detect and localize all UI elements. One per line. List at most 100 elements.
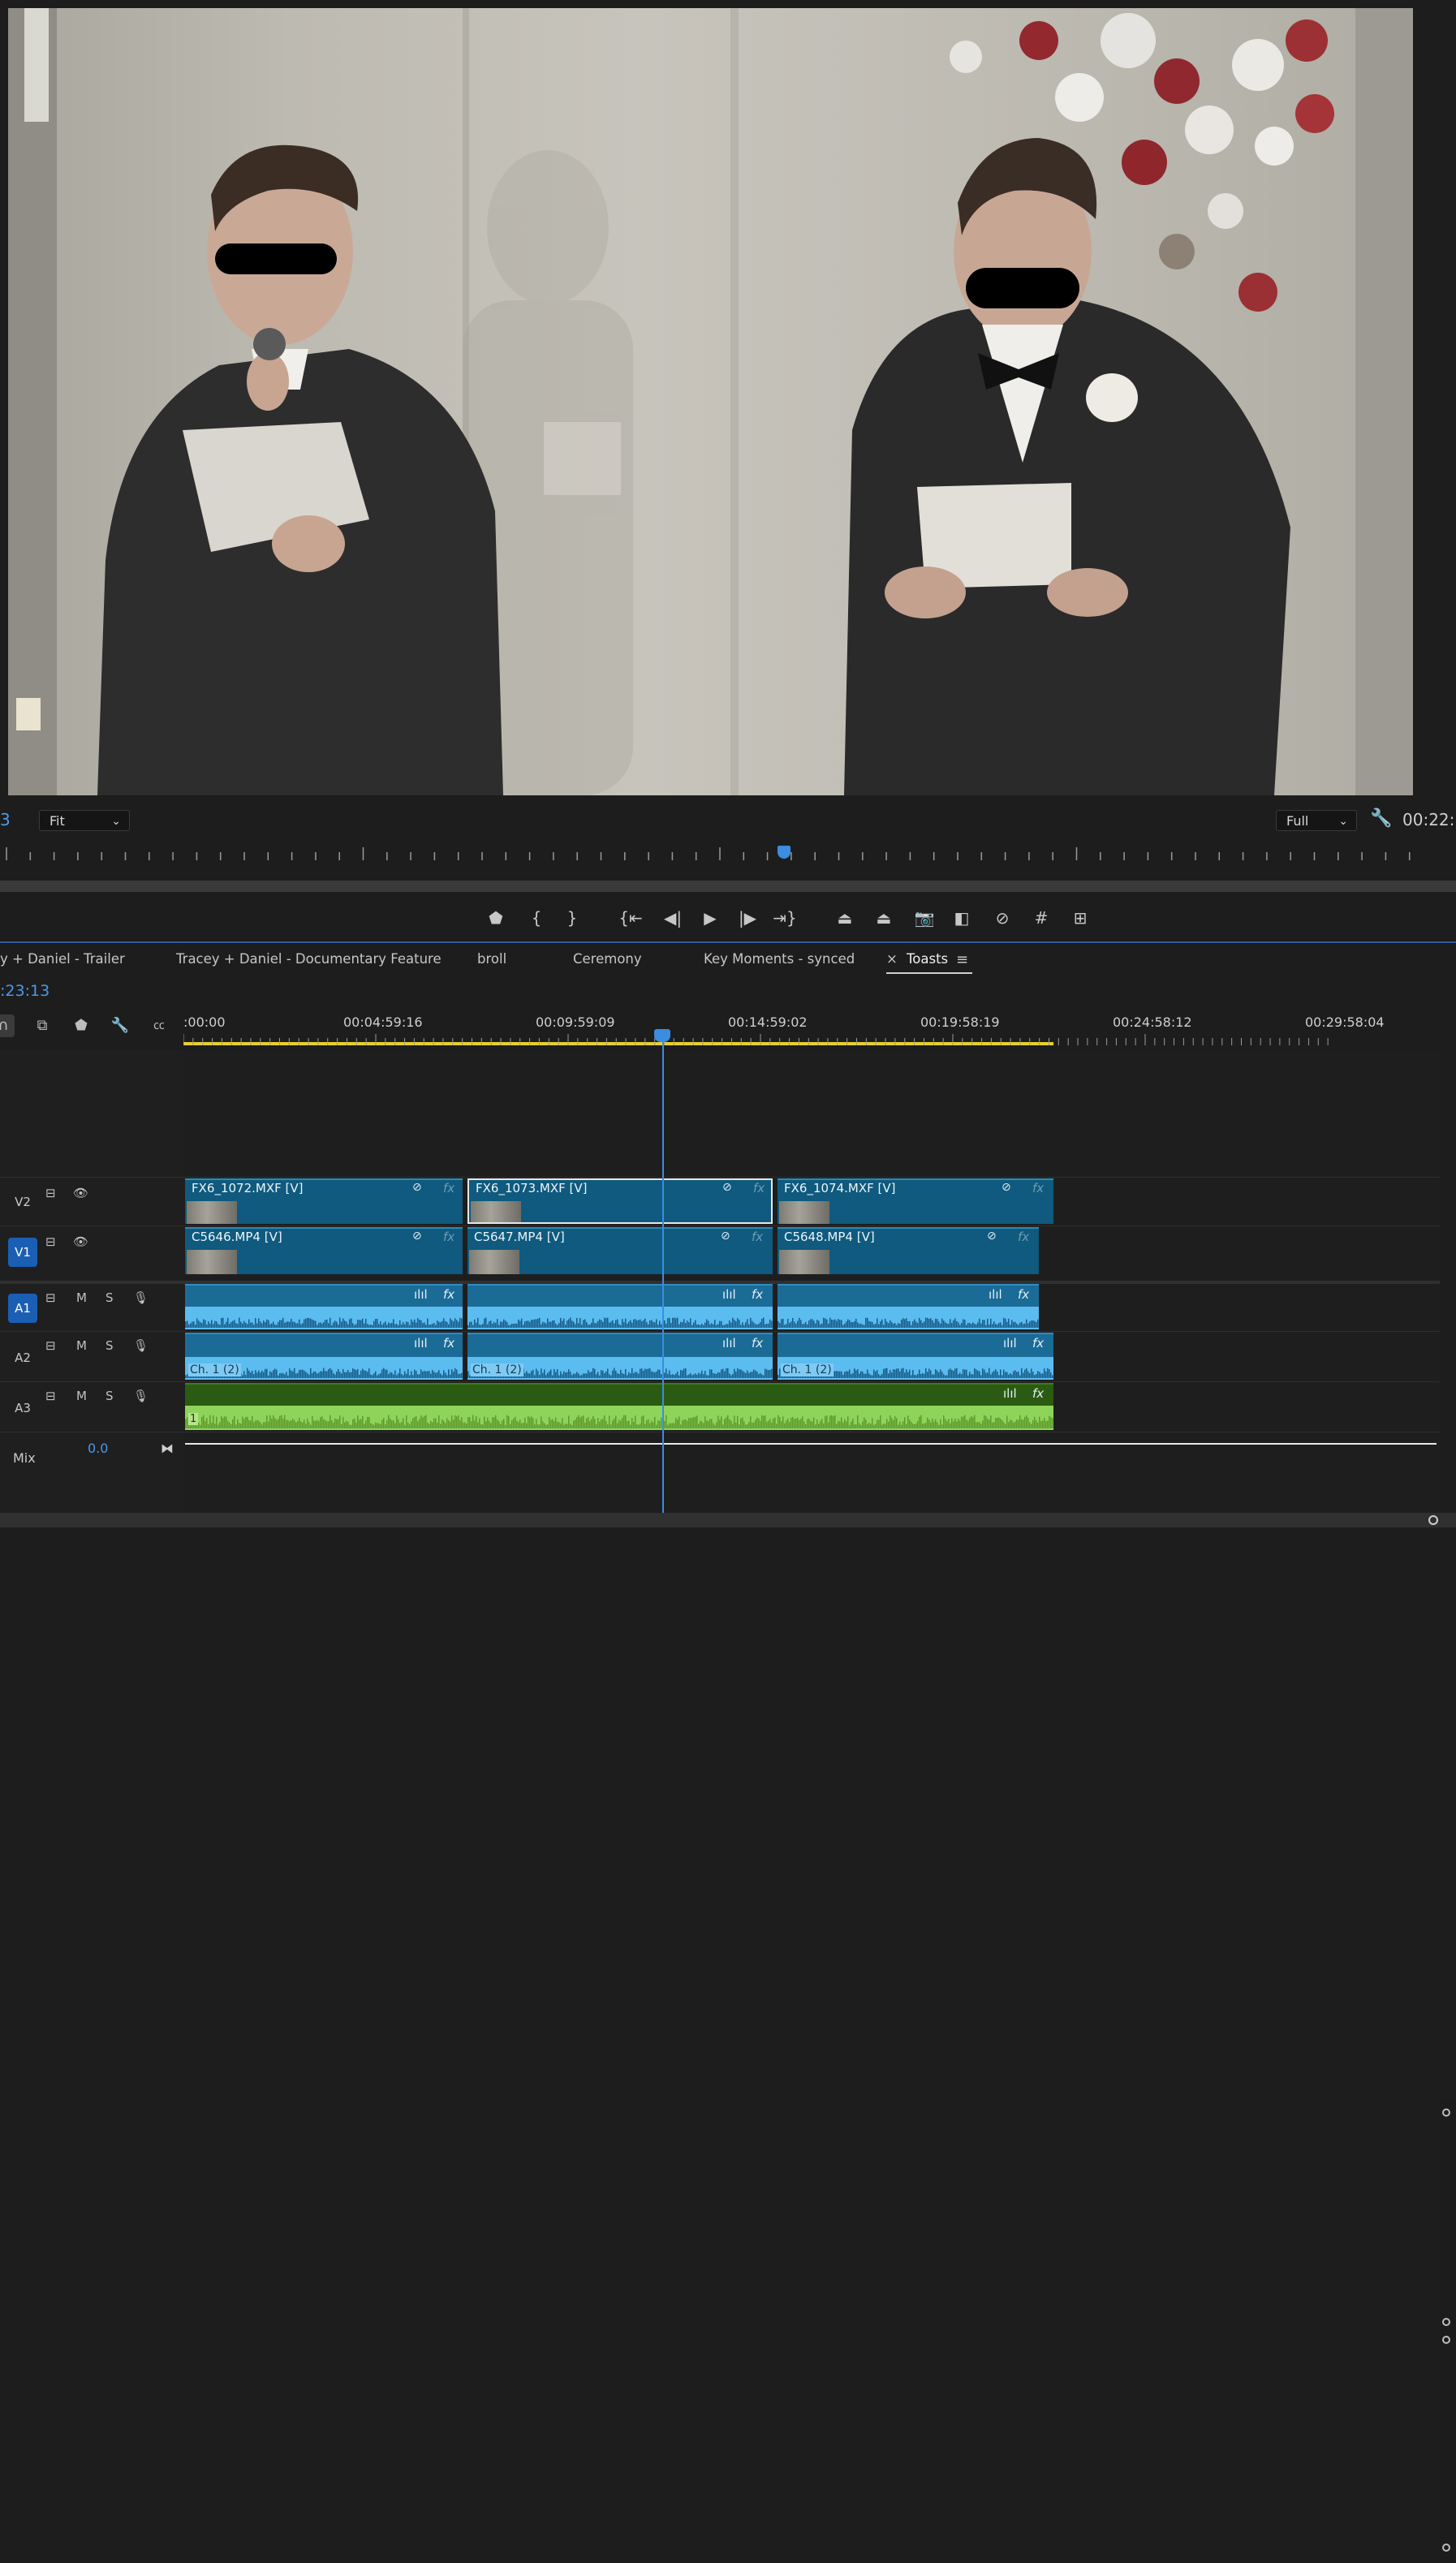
tab-broll[interactable]: broll [477,951,506,971]
wrench-icon[interactable]: 🔧 [1370,808,1392,829]
panel-divider[interactable] [0,941,1456,944]
audio-gain-icon[interactable]: ılıl [722,1287,736,1302]
audio-gain-icon[interactable]: ılıl [989,1287,1002,1302]
export-frame-icon[interactable]: 📷 [912,906,937,930]
voiceover-record-icon[interactable]: 🎙 [133,1290,149,1305]
go-to-out-icon[interactable]: ⇥} [773,906,797,930]
toggle-sync-lock-icon[interactable]: ⊟ [45,1338,56,1353]
toggle-output-eye-icon[interactable]: 👁 [73,1234,88,1249]
multicam-icon[interactable]: ⊞ [1068,906,1092,930]
fx-badge[interactable]: fx [443,1230,454,1244]
track-header-mix[interactable]: Mix 0.0 ⧓ [0,1432,183,1483]
step-back-icon[interactable]: ◀| [661,906,685,930]
captions-icon[interactable]: ㏄ [148,1014,170,1037]
snap-icon[interactable]: ∩ [0,1014,15,1037]
panel-menu-icon[interactable]: ≡ [956,951,968,971]
mute-button[interactable]: M [76,1389,87,1403]
track-name-a2[interactable]: A2 [8,1343,37,1372]
toggle-sync-lock-icon[interactable]: ⊟ [45,1186,56,1200]
tab-close-icon[interactable]: × [886,951,898,971]
toggle-sync-lock-icon[interactable]: ⊟ [45,1290,56,1305]
tab-documentary-feature[interactable]: Tracey + Daniel - Documentary Feature [176,951,442,971]
track-lanes[interactable]: FX6_1072.MXF [V] ⊘ fx FX6_1073.MXF [V] ⊘… [183,1050,1440,1513]
linked-selection-icon[interactable]: ⧉ [31,1014,54,1037]
clip-a2-2[interactable]: ılıl fx Ch. 1 (2) [467,1333,773,1380]
fx-badge[interactable]: fx [443,1287,454,1302]
comparison-view-icon[interactable]: ◧ [950,906,974,930]
solo-button[interactable]: S [106,1290,114,1305]
scroll-handle[interactable] [1428,1515,1438,1525]
fx-badge[interactable]: fx [752,1336,763,1350]
tab-trailer[interactable]: y + Daniel - Trailer [0,951,125,971]
solo-button[interactable]: S [106,1338,114,1353]
track-name-v2[interactable]: V2 [8,1187,37,1217]
proxy-toggle-icon[interactable]: ⊘ [990,906,1014,930]
playhead-timecode[interactable]: 3 [0,810,11,829]
track-header-v2[interactable]: V2 ⊟ 👁 [0,1177,183,1226]
clip-a1-2[interactable]: ılıl fx [467,1284,773,1329]
toggle-sync-lock-icon[interactable]: ⊟ [45,1389,56,1403]
monitor-playhead[interactable] [778,846,790,859]
clip-a2-1[interactable]: ılıl fx Ch. 1 (2) [185,1333,463,1380]
sequence-timecode[interactable]: :23:13 [0,982,50,1000]
solo-button[interactable]: S [106,1389,114,1403]
tab-toasts[interactable]: Toasts [907,951,948,971]
timeline-ruler[interactable]: :00:00 00:04:59:16 00:09:59:09 00:14:59:… [183,1011,1441,1050]
track-header-a2[interactable]: A2 ⊟ M S 🎙 [0,1331,183,1382]
audio-gain-icon[interactable]: ılıl [1003,1386,1017,1401]
timeline-vertical-scrollbar[interactable] [1440,2100,1456,2563]
clip-a3-music[interactable]: ılıl fx 1 [185,1383,1053,1430]
clip-v2-3[interactable]: FX6_1074.MXF [V] ⊘ fx [778,1178,1053,1224]
fx-badge[interactable]: fx [1032,1386,1044,1401]
toggle-output-eye-icon[interactable]: 👁 [73,1186,88,1200]
tab-ceremony[interactable]: Ceremony [573,951,642,971]
track-name-a3[interactable]: A3 [8,1393,37,1423]
fx-badge[interactable]: fx [1032,1336,1044,1350]
clip-v2-2[interactable]: FX6_1073.MXF [V] ⊘ fx [467,1178,773,1224]
track-header-v1[interactable]: V1 ⊟ 👁 [0,1226,183,1277]
clip-v1-2[interactable]: C5647.MP4 [V] ⊘ fx [467,1227,773,1274]
go-to-in-icon[interactable]: {⇤ [618,906,643,930]
audio-gain-icon[interactable]: ılıl [414,1287,428,1302]
mix-volume-value[interactable]: 0.0 [88,1441,108,1456]
mute-button[interactable]: M [76,1290,87,1305]
track-header-a1[interactable]: A1 ⊟ M S 🎙 [0,1281,183,1333]
fx-badge[interactable]: fx [1032,1181,1044,1195]
track-name-v1[interactable]: V1 [8,1238,37,1267]
playback-resolution-select[interactable]: Full ⌄ [1276,810,1357,831]
clip-v1-3[interactable]: C5648.MP4 [V] ⊘ fx [778,1227,1039,1274]
audio-gain-icon[interactable]: ılıl [1003,1336,1017,1350]
clip-a2-3[interactable]: ılıl fx Ch. 1 (2) [778,1333,1053,1380]
extract-icon[interactable]: ⏏ [872,906,896,930]
marker-icon[interactable]: ⬟ [484,906,508,930]
track-lane-mix[interactable] [183,1432,1440,1483]
video-scroll-handle-top[interactable] [1442,2109,1450,2117]
clip-a1-1[interactable]: ılıl fx [185,1284,463,1329]
audio-gain-icon[interactable]: ılıl [722,1336,736,1350]
audio-scroll-handle-bottom[interactable] [1442,2544,1450,2552]
mark-in-icon[interactable]: { [524,906,549,930]
clip-v2-1[interactable]: FX6_1072.MXF [V] ⊘ fx [185,1178,463,1224]
fx-badge[interactable]: fx [753,1181,765,1195]
voiceover-record-icon[interactable]: 🎙 [133,1389,149,1403]
video-scroll-handle-bottom[interactable] [1442,2318,1450,2326]
fx-badge[interactable]: fx [1018,1287,1029,1302]
step-forward-icon[interactable]: |▶ [735,906,760,930]
clip-v1-1[interactable]: C5646.MP4 [V] ⊘ fx [185,1227,463,1274]
zoom-level-select[interactable]: Fit ⌄ [39,810,130,831]
video-preview[interactable] [8,8,1413,795]
play-icon[interactable]: ▶ [698,906,722,930]
toggle-sync-lock-icon[interactable]: ⊟ [45,1234,56,1249]
fx-badge[interactable]: fx [1018,1230,1029,1244]
audio-gain-icon[interactable]: ılıl [414,1336,428,1350]
audio-scroll-handle-top[interactable] [1442,2336,1450,2344]
fx-badge[interactable]: fx [752,1230,763,1244]
lift-icon[interactable]: ⏏ [833,906,857,930]
fx-badge[interactable]: fx [443,1181,454,1195]
add-marker-icon[interactable]: ⬟ [70,1014,93,1037]
fx-badge[interactable]: fx [752,1287,763,1302]
timeline-horizontal-scrollbar[interactable] [0,1513,1456,1527]
track-name-a1[interactable]: A1 [8,1294,37,1323]
clip-a1-3[interactable]: ılıl fx [778,1284,1039,1329]
safe-margins-icon[interactable]: # [1029,906,1053,930]
